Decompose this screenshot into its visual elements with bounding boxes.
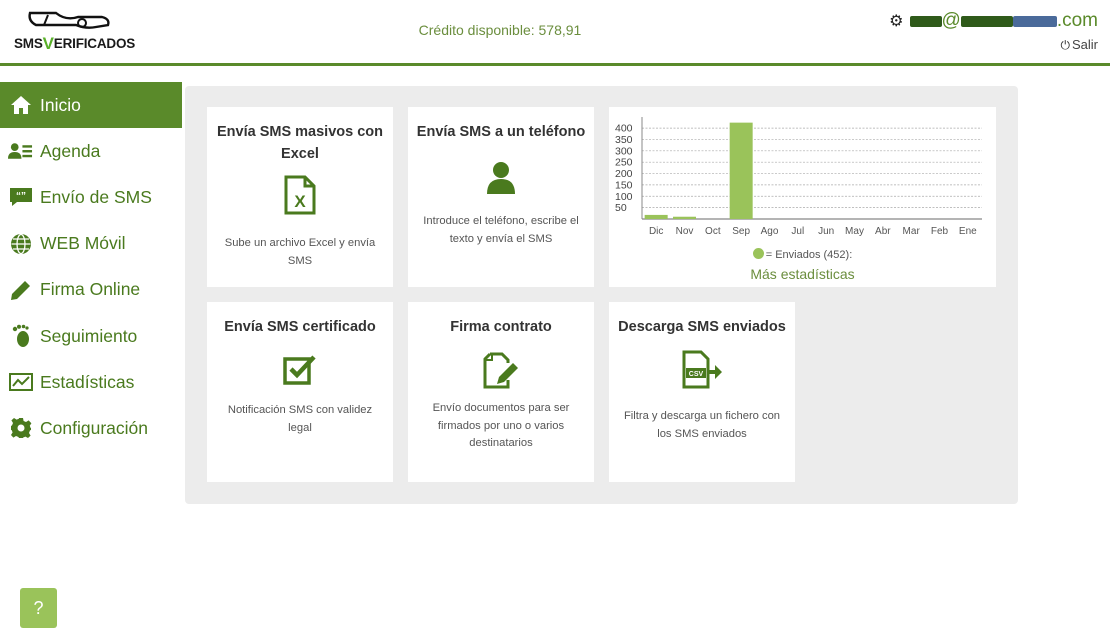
svg-text:“”: “” — [16, 191, 26, 202]
card-single-sms[interactable]: Envía SMS a un teléfono Introduce el tel… — [408, 107, 594, 287]
sidebar-item-configuracion[interactable]: Configuración — [0, 405, 182, 451]
y-tick-label: 350 — [615, 134, 633, 146]
bar-nov — [673, 216, 696, 219]
card-desc: Envío documentos para ser firmados por u… — [432, 402, 570, 449]
phone-car-logo-icon — [28, 11, 110, 29]
card-sign-contract[interactable]: Firma contrato Envío documentos para ser… — [408, 302, 594, 482]
bar-dic — [644, 214, 668, 219]
x-tick-label: Sep — [732, 226, 750, 237]
pen-icon — [8, 279, 33, 301]
x-tick-label: Feb — [931, 226, 949, 237]
bar-sep — [729, 122, 753, 219]
card-desc: Filtra y descarga un fichero con los SMS… — [623, 410, 781, 440]
x-tick-label: Jul — [791, 226, 804, 237]
sidebar-item-estadisticas[interactable]: Estadísticas — [0, 359, 182, 405]
card-desc: Notificación SMS con validez legal — [227, 404, 373, 434]
power-icon: ⏻ — [1060, 38, 1070, 52]
card-desc: Introduce el teléfono, escribe el texto … — [423, 215, 579, 245]
help-button[interactable]: ? — [20, 588, 57, 628]
sign-document-icon — [408, 350, 594, 390]
header: SMSVERIFICADOS Crédito disponible: 578,9… — [0, 0, 1110, 66]
x-tick-label: Nov — [676, 226, 694, 237]
user-at: @ — [941, 10, 961, 31]
legend-swatch — [752, 248, 764, 259]
home-icon — [8, 94, 33, 116]
y-tick-label: 400 — [615, 123, 633, 135]
y-tick-label: 50 — [615, 202, 627, 214]
footprint-icon — [8, 324, 33, 348]
available-credit: Crédito disponible: 578,91 — [418, 22, 582, 38]
card-desc: Sube un archivo Excel y envía SMS — [224, 237, 376, 267]
card-title: Envía SMS a un teléfono — [416, 124, 586, 140]
check-square-icon — [207, 353, 393, 385]
x-tick-label: Oct — [705, 226, 721, 237]
excel-file-icon: X — [207, 175, 393, 215]
x-tick-label: Ene — [959, 226, 977, 237]
x-tick-label: Jun — [818, 226, 834, 237]
card-title: Envía SMS masivos con Excel — [216, 124, 383, 162]
dashboard-panel: Envía SMS masivos con Excel X Sube un ar… — [185, 86, 1018, 504]
redacted-user-name — [909, 15, 942, 27]
redacted-domain — [960, 15, 1013, 27]
card-title: Envía SMS certificado — [224, 319, 376, 335]
y-tick-label: 150 — [615, 179, 633, 191]
sms-icon: “” — [8, 186, 33, 208]
y-tick-label: 300 — [615, 145, 633, 157]
stats-chart-card: 50 100 150 200 250 300 350 400 Dic Nov Oct Sep Ago Ju… — [609, 107, 996, 287]
x-tick-label: Mar — [903, 226, 921, 237]
contacts-icon — [8, 140, 33, 162]
settings-gear-icon[interactable]: ⚙ — [889, 11, 903, 31]
gear-icon — [8, 417, 33, 439]
sidebar-item-web-movil[interactable]: WEB Móvil — [0, 221, 182, 267]
svg-text:X: X — [294, 192, 306, 211]
card-download-sent-sms[interactable]: Descarga SMS enviados CSV Filtra y desca… — [609, 302, 795, 482]
chart-icon — [8, 371, 33, 393]
csv-export-icon: CSV — [609, 350, 795, 390]
more-stats-link[interactable]: Más estadísticas — [609, 266, 996, 282]
user-icon — [408, 161, 594, 195]
card-excel-sms[interactable]: Envía SMS masivos con Excel X Sube un ar… — [207, 107, 393, 287]
y-tick-label: 250 — [615, 157, 633, 169]
user-account[interactable]: ⚙ @ .com — [889, 9, 1098, 33]
user-domain-end: .com — [1056, 10, 1098, 31]
sidebar-item-seguimiento[interactable]: Seguimiento — [0, 313, 182, 359]
x-tick-label: May — [845, 226, 864, 237]
sidebar-item-firma-online[interactable]: Firma Online — [0, 267, 182, 313]
card-title: Descarga SMS enviados — [618, 319, 786, 335]
logout-link[interactable]: ⏻ Salir — [1060, 37, 1098, 53]
globe-icon — [8, 233, 33, 255]
y-tick-label: 100 — [615, 191, 633, 203]
x-tick-label: Ago — [761, 226, 779, 237]
card-certified-sms[interactable]: Envía SMS certificado Notificación SMS c… — [207, 302, 393, 482]
redacted-domain-2 — [1012, 15, 1057, 27]
sent-sms-bar-chart: 50100150200250300350400 Dic Nov Oct Sep Ago Ju… — [615, 117, 982, 237]
svg-text:CSV: CSV — [689, 371, 704, 378]
card-title: Firma contrato — [450, 319, 552, 335]
x-tick-label: Abr — [875, 226, 891, 237]
sidebar-item-agenda[interactable]: Agenda — [0, 128, 182, 174]
logo[interactable]: SMSVERIFICADOS — [12, 5, 135, 59]
sidebar-item-envio-sms[interactable]: “” Envío de SMS — [0, 174, 182, 220]
x-tick-label: Dic — [649, 226, 663, 237]
chart-legend: = Enviados (452): — [609, 248, 996, 261]
logo-text: SMSVERIFICADOS — [14, 34, 136, 53]
sidebar-item-inicio[interactable]: Inicio — [0, 82, 182, 129]
sidebar-nav: Inicio Agenda “” Envío de SMS WEB Móvil … — [0, 82, 182, 452]
y-tick-label: 200 — [615, 168, 633, 180]
